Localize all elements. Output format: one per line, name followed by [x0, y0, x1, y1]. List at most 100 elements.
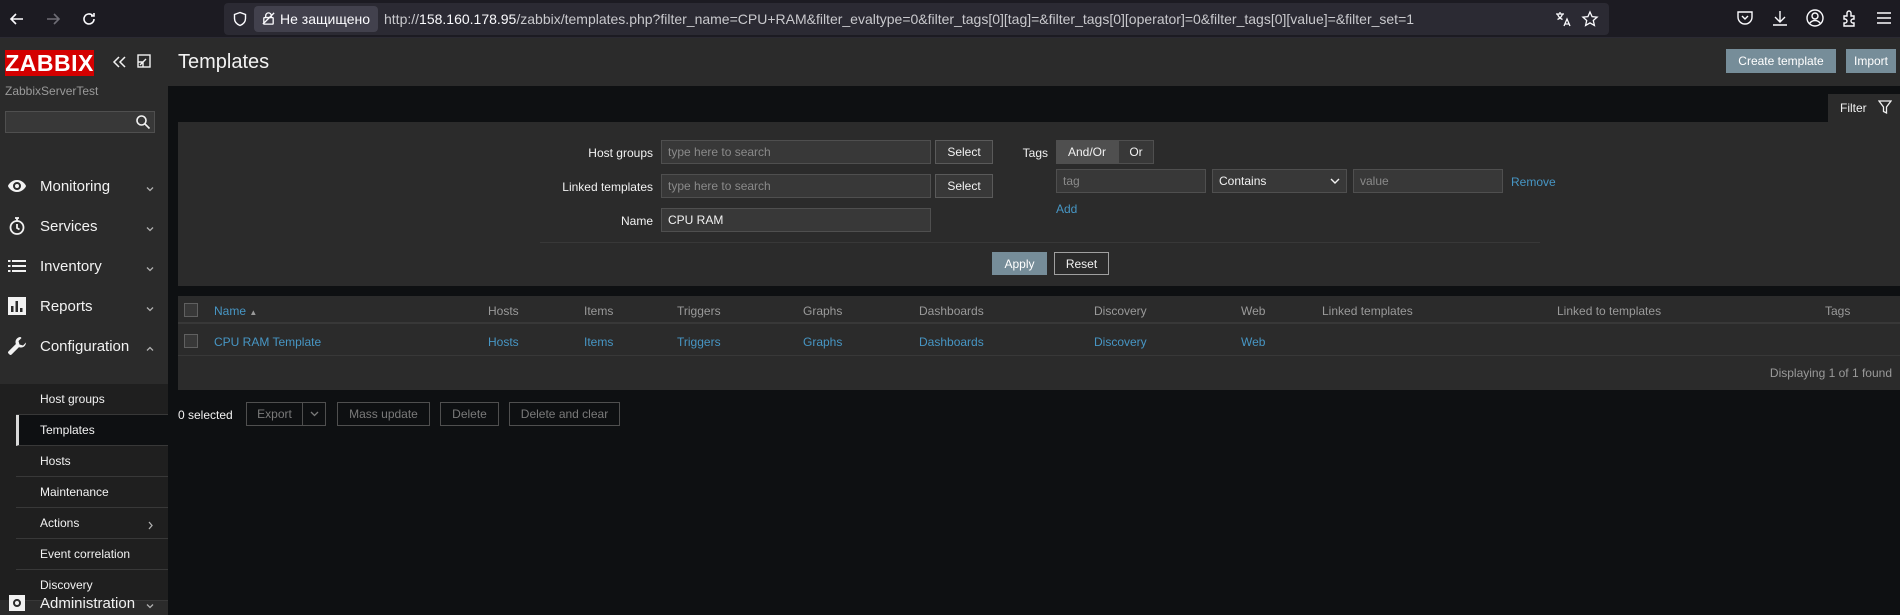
shield-icon[interactable] — [232, 11, 248, 27]
url-text[interactable]: http://158.160.178.95/zabbix/templates.p… — [384, 11, 1414, 27]
stopwatch-icon — [7, 216, 27, 236]
page-header: Templates Create template Import — [168, 38, 1900, 86]
name-input[interactable]: CPU RAM — [661, 208, 931, 232]
search-icon[interactable] — [135, 114, 151, 130]
column-header-linked-templates: Linked templates — [1322, 304, 1413, 318]
export-button[interactable]: Export — [246, 402, 303, 426]
triggers-link[interactable]: Triggers — [677, 335, 721, 349]
tag-operator-select[interactable]: Contains — [1212, 169, 1347, 193]
linked-templates-label: Linked templates — [562, 180, 653, 194]
tag-operator-value: Contains — [1219, 174, 1267, 188]
menu-icon[interactable] — [1874, 8, 1894, 28]
wrench-icon — [7, 336, 27, 356]
forward-icon[interactable] — [40, 6, 66, 32]
linked-templates-input[interactable]: type here to search — [661, 174, 931, 198]
server-name: ZabbixServerTest — [5, 84, 99, 98]
menu-monitoring[interactable]: Monitoring — [0, 166, 168, 206]
pocket-icon[interactable] — [1735, 8, 1755, 28]
filter-icon — [1878, 100, 1892, 115]
web-link[interactable]: Web — [1241, 335, 1265, 349]
discovery-link[interactable]: Discovery — [1094, 335, 1147, 349]
reload-icon[interactable] — [76, 6, 102, 32]
column-header-hosts: Hosts — [488, 304, 519, 318]
items-link[interactable]: Items — [584, 335, 613, 349]
translate-icon[interactable] — [1554, 10, 1572, 28]
tags-label: Tags — [1022, 146, 1048, 160]
menu-label: Services — [40, 217, 98, 235]
menu-inventory[interactable]: Inventory — [0, 246, 168, 286]
menu-label: Reports — [40, 297, 93, 315]
host-groups-select-button[interactable]: Select — [935, 140, 993, 164]
submenu-templates[interactable]: Templates — [16, 415, 168, 446]
delete-and-clear-button[interactable]: Delete and clear — [509, 402, 620, 426]
row-checkbox[interactable] — [184, 334, 198, 348]
column-header-web: Web — [1241, 304, 1266, 318]
table-header: Name ▲ Hosts Items Triggers Graphs Dashb… — [178, 296, 1900, 324]
filter-tab[interactable]: Filter — [1828, 94, 1900, 122]
select-all-checkbox[interactable] — [184, 303, 198, 317]
column-header-items: Items — [584, 304, 614, 318]
menu-configuration[interactable]: Configuration — [0, 326, 168, 366]
import-button[interactable]: Import — [1846, 49, 1896, 73]
templates-table: Name ▲ Hosts Items Triggers Graphs Dashb… — [178, 296, 1900, 390]
table-row: CPU RAM Template Hosts Items Triggers Gr… — [178, 326, 1900, 356]
tags-andor-toggle[interactable]: And/Or — [1056, 140, 1118, 164]
column-header-linked-to-templates: Linked to templates — [1557, 304, 1662, 318]
chevron-down-icon — [310, 411, 318, 417]
delete-button[interactable]: Delete — [440, 402, 499, 426]
dashboards-link[interactable]: Dashboards — [919, 335, 984, 349]
menu-label: Configuration — [40, 337, 130, 355]
star-icon[interactable] — [1581, 10, 1599, 28]
eye-icon — [7, 176, 27, 196]
gear-icon — [7, 593, 27, 613]
template-name-link[interactable]: CPU RAM Template — [214, 335, 321, 349]
submenu-actions[interactable]: Actions — [16, 508, 168, 539]
kiosk-mode-icon[interactable] — [136, 53, 152, 69]
chevron-right-icon — [147, 519, 154, 530]
menu-reports[interactable]: Reports — [0, 286, 168, 326]
tag-name-input[interactable]: tag — [1056, 169, 1206, 193]
submenu-event-correlation[interactable]: Event correlation — [16, 539, 168, 570]
menu-label: Monitoring — [40, 177, 111, 195]
column-header-graphs: Graphs — [803, 304, 843, 318]
create-template-button[interactable]: Create template — [1726, 49, 1836, 73]
selected-count: 0 selected — [178, 408, 233, 422]
remove-tag-link[interactable]: Remove — [1511, 175, 1556, 189]
column-header-label: Name — [214, 304, 247, 318]
apply-button[interactable]: Apply — [992, 252, 1047, 275]
export-menu-button[interactable] — [302, 402, 326, 426]
submenu-maintenance[interactable]: Maintenance — [16, 477, 168, 508]
download-icon[interactable] — [1770, 8, 1790, 28]
url-host: 158.160.178.95 — [419, 11, 517, 27]
host-groups-label: Host groups — [588, 146, 653, 160]
not-secure-badge[interactable]: Не защищено — [254, 6, 378, 32]
filter-tab-label: Filter — [1840, 101, 1867, 115]
collapse-sidebar-icon[interactable] — [110, 53, 128, 71]
account-icon[interactable] — [1805, 8, 1825, 28]
column-header-dashboards: Dashboards — [919, 304, 984, 318]
menu-services[interactable]: Services — [0, 206, 168, 246]
graphs-link[interactable]: Graphs — [803, 335, 842, 349]
chart-icon — [7, 296, 27, 316]
extensions-icon[interactable] — [1840, 8, 1860, 28]
zabbix-logo[interactable]: ZABBIX — [5, 50, 94, 76]
submenu-host-groups[interactable]: Host groups — [16, 384, 168, 415]
submenu-hosts[interactable]: Hosts — [16, 446, 168, 477]
hosts-link[interactable]: Hosts — [488, 335, 519, 349]
menu-administration[interactable]: Administration — [0, 583, 168, 615]
reset-button[interactable]: Reset — [1054, 252, 1109, 275]
linked-templates-select-button[interactable]: Select — [935, 174, 993, 198]
host-groups-input[interactable]: type here to search — [661, 140, 931, 164]
sidebar: ZABBIX ZabbixServerTest Monitoring Servi… — [0, 38, 168, 615]
back-icon[interactable] — [4, 6, 30, 32]
mass-update-button[interactable]: Mass update — [337, 402, 430, 426]
sort-asc-icon: ▲ — [249, 308, 258, 317]
column-header-name[interactable]: Name ▲ — [214, 304, 257, 318]
address-bar[interactable]: Не защищено http://158.160.178.95/zabbix… — [224, 3, 1609, 35]
add-tag-link[interactable]: Add — [1056, 202, 1077, 216]
tag-value-input[interactable]: value — [1353, 169, 1503, 193]
tags-or-toggle[interactable]: Or — [1118, 140, 1154, 164]
chevron-down-icon — [1330, 178, 1340, 184]
menu-label: Administration — [40, 594, 136, 612]
sidebar-search-input[interactable] — [5, 111, 155, 133]
